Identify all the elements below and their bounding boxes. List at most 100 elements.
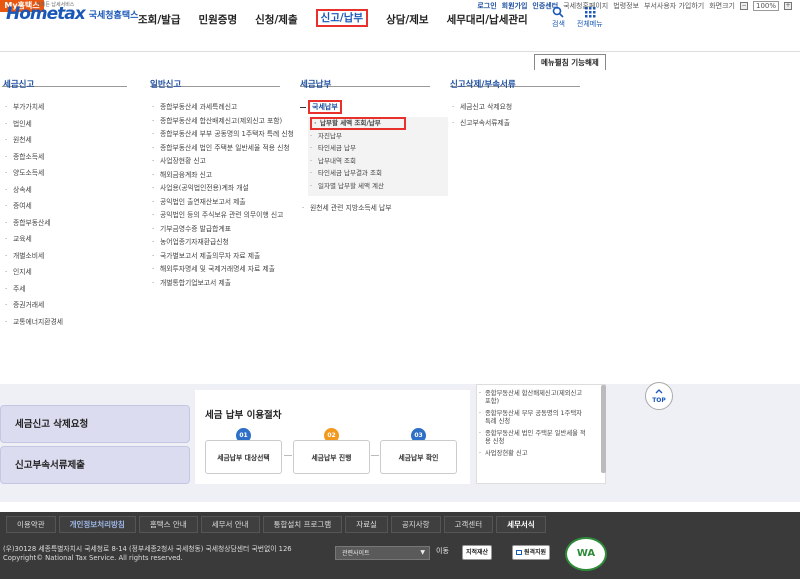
menu-item[interactable]: 공익법인 등의 주식보유 관련 의무이행 신고 [150,211,295,220]
nav-tax-agent[interactable]: 세무대리/납세관리 [447,12,528,27]
footer-install-link[interactable]: 통합설치 프로그램 [262,516,343,533]
menu-item[interactable]: 신고부속서류제출 [450,119,516,128]
national-tax-payment-group[interactable]: 국세납부 [308,100,342,114]
menu-item[interactable]: 증권거래세 [3,301,63,310]
list-item[interactable]: 종합부동산세 부부 공동명의 1주택자 특례 신청 [477,410,589,426]
search-button[interactable]: 검색 [552,6,565,29]
menu-item[interactable]: 양도소득세 [3,169,63,178]
nav-consult-report[interactable]: 상담/제보 [386,12,428,27]
nav-apply-submit[interactable]: 신청/제출 [255,12,297,27]
zoom-value: 100% [752,1,779,11]
list-item[interactable]: 종합부동산세 합산배제신고(제외신고 포함) [477,390,589,406]
related-sites-value: 관련사이트 [342,550,370,557]
footer-links: 이용약관 개인정보처리방침 홈택스 안내 세무서 안내 통합설치 프로그램 자료… [6,516,549,533]
logo-tagline: 언제든 납세서비스 [36,2,75,8]
footer-forms-link[interactable]: 세무서식 [496,516,546,533]
top-button[interactable]: TOP [645,382,673,410]
menu-item[interactable]: 일자별 납부할 세액 계산 [308,182,448,191]
group-row: 국세납부 [300,100,448,114]
attached-docs-button[interactable]: 신고부속서류제출 [0,446,190,484]
menu-item[interactable]: 종합부동산세 과세특례신고 [150,103,295,112]
menu-item[interactable]: 타인세금 납부 [308,144,448,153]
menu-item[interactable]: 개별통합기업보고서 제출 [150,279,295,288]
menu-item[interactable]: 부가가치세 [3,103,63,112]
copyright-line: Copyright© National Tax Service. All rig… [3,554,183,562]
step-connector [371,455,379,456]
menu-item[interactable]: 원천세 관련 지방소득세 납부 [300,204,448,213]
dept-user-signup-link[interactable]: 부서사용자 가입하기 [644,1,704,11]
menu-item[interactable]: 교육세 [3,235,63,244]
all-menu-label: 전체메뉴 [576,20,603,28]
footer-hometax-guide-link[interactable]: 홈택스 안내 [138,516,198,533]
menu-item[interactable]: 종합부동산세 법인 주택분 일반세율 적용 신청 [150,144,295,153]
signup-link[interactable]: 회원가입 [502,1,528,11]
wa-certification-badge: WA [565,537,607,571]
delete-request-button[interactable]: 세금신고 삭제요청 [0,405,190,443]
menu-item[interactable]: 사업용(공익법인전용)계좌 개설 [150,184,295,193]
footer-library-link[interactable]: 자료실 [345,516,388,533]
all-menu-button[interactable]: 전체메뉴 [577,6,603,29]
nav-report-pay[interactable]: 신고/납부 [315,9,369,27]
procedure-title: 세금 납부 이용절차 [205,410,282,421]
menu-item[interactable]: 해외투자명세 및 국제거래명세 자료 제출 [150,265,295,274]
related-sites-select[interactable]: 관련사이트 ▼ [335,546,430,560]
menu-col-tax-payment: 세금납부 국세납부 납부할 세액 조회/납부 자진납부 타인세금 납부 납부내역… [300,78,448,217]
menu-item[interactable]: 해외금융계좌 신고 [150,171,295,180]
menu-item[interactable]: 종합부동산세 합산배제신고(제외신고 포함) [150,117,295,126]
zoom-out-button[interactable]: − [739,2,748,10]
ip-button[interactable]: 지적재산 [462,545,493,560]
nav-civil-cert[interactable]: 민원증명 [198,12,237,27]
menu-expand-off-button[interactable]: 메뉴펼침 기능해제 [534,54,606,71]
menu-item[interactable]: 상속세 [3,186,63,195]
hometax-logo[interactable]: 언제든 납세서비스 Hometax 국세청홈택스 [6,2,138,24]
menu-item[interactable]: 교통에너지환경세 [3,318,63,327]
menu-item[interactable]: 국가별보고서 제출의무자 자료 제출 [150,252,295,261]
menu-item[interactable]: 사업장현황 신고 [150,157,295,166]
scrollbar[interactable] [601,385,606,473]
menu-item[interactable]: 종합소득세 [3,153,63,162]
menu-item[interactable]: 주세 [3,285,63,294]
footer-privacy-link[interactable]: 개인정보처리방침 [58,516,136,533]
screen-size-label: 화면크기 [709,2,735,10]
menu-item[interactable]: 기부금영수증 발급합계표 [150,225,295,234]
menu-item[interactable]: 세금신고 삭제요청 [450,103,516,112]
menu-item[interactable]: 인지세 [3,268,63,277]
footer-support-link[interactable]: 고객센터 [443,516,494,533]
list-item[interactable]: 사업장현황 신고 [477,450,589,458]
footer-terms-link[interactable]: 이용약관 [6,516,56,533]
menu-col-general-report: 일반신고 종합부동산세 과세특례신고 종합부동산세 합산배제신고(제외신고 포함… [150,78,295,292]
nav-inquiry-issue[interactable]: 조회/발급 [138,12,180,27]
payable-tax-inquiry-item[interactable]: 납부할 세액 조회/납부 [310,117,406,130]
step-select-target: 세금납부 대상선택 [205,440,282,474]
zoom-in-button[interactable]: + [784,2,792,10]
menu-item[interactable]: 증여세 [3,202,63,211]
menu-item[interactable]: 납부내역 조회 [308,157,448,166]
list-item[interactable]: 종합부동산세 법인 주택분 일반세율 적용 신청 [477,430,589,446]
payment-submenu: 납부할 세액 조회/납부 자진납부 타인세금 납부 납부내역 조회 타인세금 납… [308,117,448,196]
menu-item[interactable]: 종합부동산세 부부 공동명의 1주택자 특례 신청 [150,130,295,139]
remote-support-button[interactable]: 원격지원 [512,545,551,560]
menu-item[interactable]: 농어업종기자재환급신청 [150,238,295,247]
menu-item[interactable]: 법인세 [3,120,63,129]
general-report-scroll-list[interactable]: 종합부동산세 합산배제신고(제외신고 포함) 종합부동산세 부부 공동명의 1주… [476,384,606,484]
law-info-link[interactable]: 법령정보 [613,1,639,11]
menu-item[interactable]: 자진납부 [308,132,448,141]
remote-support-label: 원격지원 [524,549,547,556]
menu-item[interactable]: 개별소비세 [3,252,63,261]
footer-notice-link[interactable]: 공지사항 [390,516,441,533]
spacer [0,502,800,512]
search-icon [553,6,565,18]
mega-menu: 세금신고 부가가치세 법인세 원천세 종합소득세 양도소득세 상속세 증여세 종… [0,70,800,384]
collapse-icon [300,106,306,108]
footer-office-guide-link[interactable]: 세무서 안내 [200,516,260,533]
menu-item[interactable]: 원천세 [3,136,63,145]
col-title: 세금신고 [3,80,35,90]
menu-col-tax-report: 세금신고 부가가치세 법인세 원천세 종합소득세 양도소득세 상속세 증여세 종… [3,78,63,334]
login-link[interactable]: 로그인 [477,1,496,11]
menu-item[interactable]: 공익법인 출연재산보고서 제출 [150,198,295,207]
menu-item[interactable]: 종합부동산세 [3,219,63,228]
menu-item[interactable]: 타인세금 납부결과 조회 [308,169,448,178]
monitor-icon [516,550,522,555]
step-connector [284,455,292,456]
go-button[interactable]: 이동 [436,546,449,556]
